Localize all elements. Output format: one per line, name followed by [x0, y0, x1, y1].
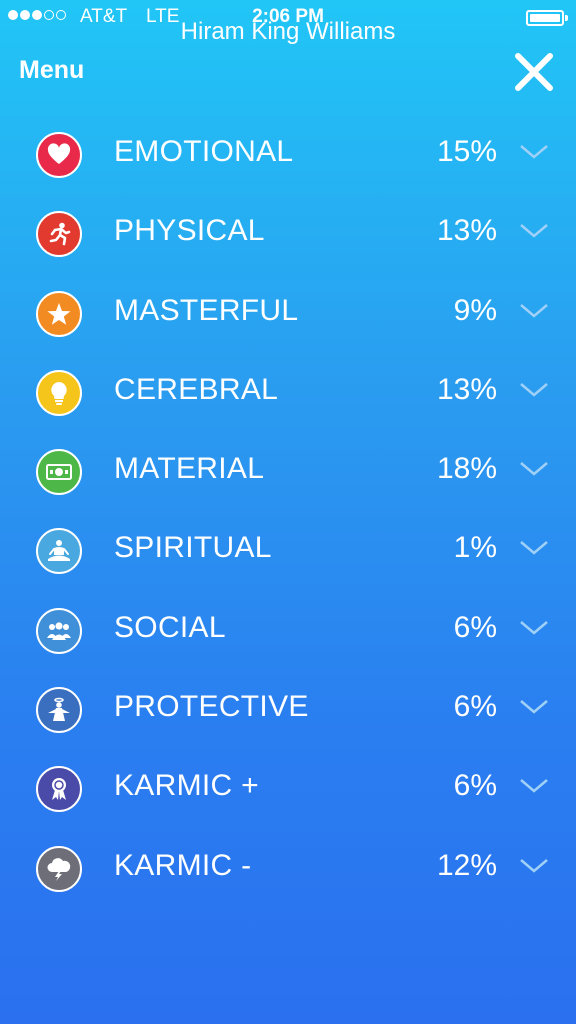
chevron-down-icon[interactable] [519, 777, 549, 795]
close-button[interactable] [514, 52, 554, 92]
user-name-title: Hiram King Williams [180, 18, 396, 45]
category-row-physical[interactable]: PHYSICAL 13% [0, 194, 576, 273]
storm-cloud-icon [36, 845, 82, 892]
category-percent: 15% [436, 135, 497, 168]
category-label: KARMIC - [114, 848, 252, 882]
category-row-karmic-plus[interactable]: KARMIC + 6% [0, 749, 576, 828]
category-percent: 18% [436, 452, 497, 486]
menu-button[interactable]: Menu [19, 56, 84, 85]
category-percent: 13% [436, 372, 497, 406]
money-icon [36, 449, 82, 496]
heart-icon [36, 132, 82, 178]
chevron-down-icon[interactable] [519, 460, 549, 478]
chevron-down-icon[interactable] [519, 539, 549, 557]
category-list: EMOTIONAL 15% PHYSICAL 13% MASTERFUL 9% … [0, 115, 576, 908]
category-row-material[interactable]: MATERIAL 18% [0, 432, 576, 511]
category-row-social[interactable]: SOCIAL 6% [0, 591, 576, 670]
runner-icon [36, 211, 82, 258]
category-row-cerebral[interactable]: CEREBRAL 13% [0, 353, 576, 432]
close-icon [515, 53, 553, 91]
category-label: SPIRITUAL [114, 531, 272, 565]
category-label: KARMIC + [114, 769, 259, 803]
category-label: PHYSICAL [114, 214, 265, 248]
chevron-down-icon[interactable] [519, 381, 549, 399]
lightbulb-icon [36, 369, 82, 416]
angel-icon [36, 687, 82, 734]
category-row-emotional[interactable]: EMOTIONAL 15% [0, 115, 576, 194]
category-row-protective[interactable]: PROTECTIVE 6% [0, 670, 576, 749]
star-icon [36, 290, 82, 337]
chevron-down-icon[interactable] [519, 143, 549, 161]
category-label: MASTERFUL [114, 293, 299, 327]
chevron-down-icon[interactable] [519, 302, 549, 320]
category-label: MATERIAL [114, 452, 265, 486]
category-percent: 6% [453, 610, 497, 644]
category-percent: 13% [436, 214, 497, 248]
category-label: PROTECTIVE [114, 690, 309, 724]
chevron-down-icon[interactable] [519, 857, 549, 875]
category-percent: 6% [453, 690, 497, 724]
chevron-down-icon[interactable] [519, 698, 549, 716]
category-row-karmic-minus[interactable]: KARMIC - 12% [0, 829, 576, 908]
category-row-masterful[interactable]: MASTERFUL 9% [0, 274, 576, 353]
category-percent: 1% [453, 531, 497, 565]
group-icon [36, 607, 82, 654]
category-label: CEREBRAL [114, 372, 279, 406]
category-percent: 9% [453, 293, 497, 327]
meditation-icon [36, 528, 82, 575]
category-row-spiritual[interactable]: SPIRITUAL 1% [0, 511, 576, 590]
category-percent: 12% [436, 848, 497, 882]
ribbon-icon [36, 766, 82, 813]
category-label: EMOTIONAL [114, 135, 294, 168]
category-label: SOCIAL [114, 610, 226, 644]
chevron-down-icon[interactable] [519, 222, 549, 240]
category-percent: 6% [453, 769, 497, 803]
chevron-down-icon[interactable] [519, 619, 549, 637]
